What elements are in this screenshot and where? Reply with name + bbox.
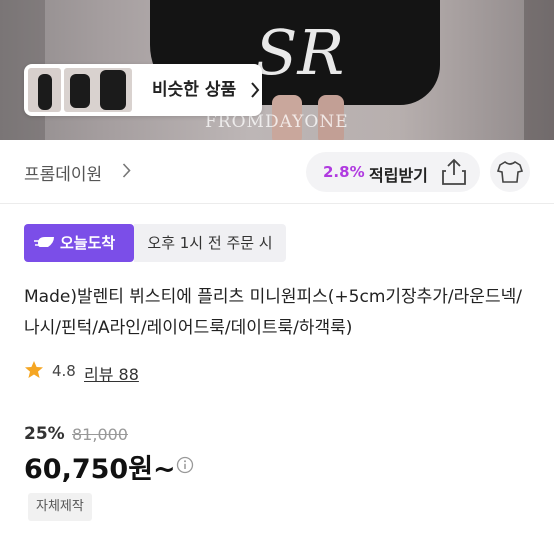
chevron-right-icon: [251, 82, 260, 98]
similar-thumbnail: [64, 68, 132, 112]
divider: [0, 203, 554, 204]
today-delivery-label: 오늘도착: [60, 234, 116, 252]
rating-value: 4.8: [52, 362, 76, 380]
discount-rate: 25%: [24, 424, 65, 444]
reward-percent: 2.8%: [323, 163, 365, 181]
review-link[interactable]: 리뷰 88: [84, 361, 139, 385]
original-price: 81,000: [72, 425, 128, 444]
product-title: Made)발렌티 뷔스티에 플리츠 미니원피스(+5cm기장추가/라운드넥/나시…: [24, 287, 522, 338]
store-name-link[interactable]: 프롬데이원: [24, 160, 102, 185]
today-delivery-badge: 오늘도착: [24, 224, 134, 262]
share-icon[interactable]: [441, 158, 467, 186]
info-icon[interactable]: [176, 456, 194, 474]
reward-label: 적립받기: [369, 166, 428, 185]
sale-price: 60,750원~: [24, 454, 176, 485]
product-tag: 자체제작: [28, 493, 92, 521]
chevron-right-icon: [122, 163, 131, 178]
brand-logo-mark: SR: [255, 16, 345, 89]
similar-products-button[interactable]: 비슷한 상품: [24, 64, 262, 116]
shirt-icon: [497, 161, 523, 183]
order-cutoff-badge: 오후 1시 전 주문 시: [134, 224, 286, 262]
similar-thumbnail: [28, 68, 61, 112]
similar-products-label: 비슷한 상품: [152, 80, 237, 100]
fast-delivery-icon: [34, 237, 54, 247]
star-icon: [25, 361, 43, 378]
image-edge-right: [524, 0, 554, 140]
